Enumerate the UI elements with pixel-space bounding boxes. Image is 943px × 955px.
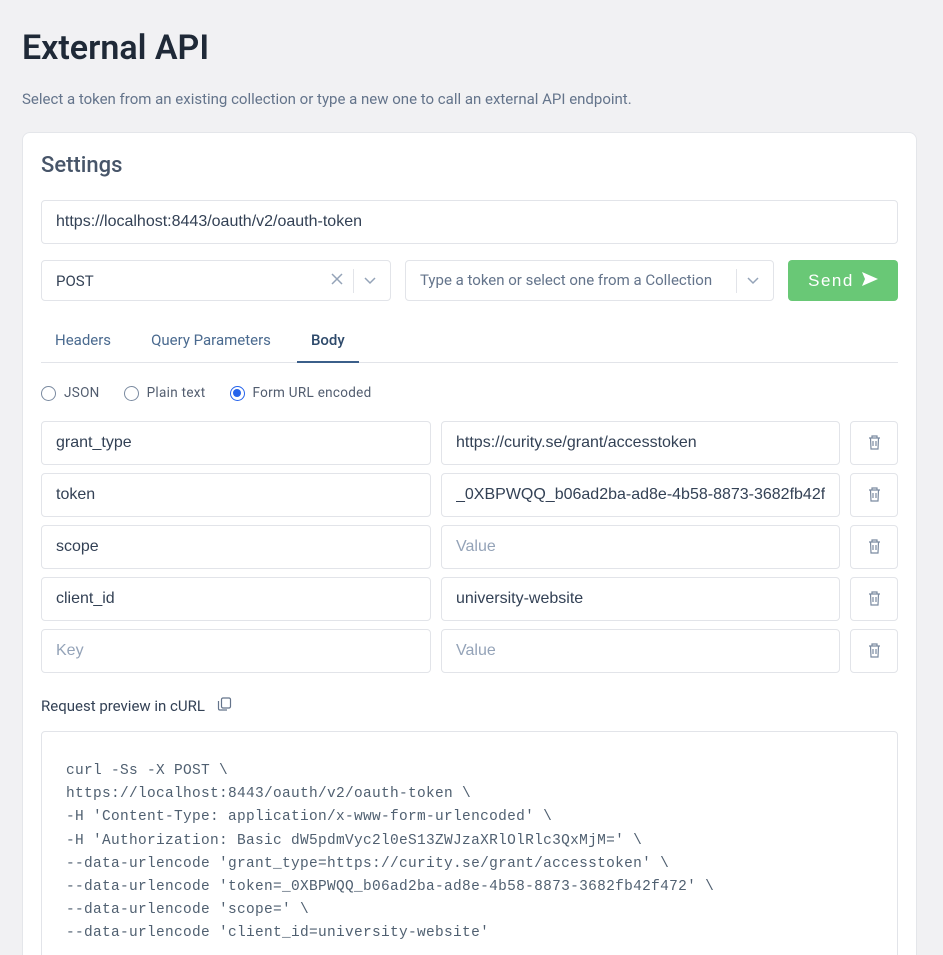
value-input[interactable] [441,577,840,621]
trash-icon [867,538,882,557]
tab-body[interactable]: Body [297,321,359,363]
send-button[interactable]: Send [788,260,898,301]
key-input[interactable] [41,421,431,465]
form-row [41,525,898,569]
trash-icon [867,642,882,661]
form-data-rows [41,421,898,673]
divider [353,269,354,293]
trash-icon [867,486,882,505]
method-dropdown-button[interactable] [356,267,384,294]
copy-button[interactable] [215,695,234,717]
delete-row-button[interactable] [850,525,898,569]
page-title: External API [22,28,917,68]
preview-title: Request preview in cURL [41,697,205,715]
radio-circle-icon [124,386,139,401]
radio-circle-checked-icon [230,386,245,401]
delete-row-button[interactable] [850,421,898,465]
copy-icon [217,697,232,715]
value-input[interactable] [441,525,840,569]
url-input[interactable] [41,200,898,244]
send-icon [862,271,878,291]
clear-method-button[interactable] [323,267,351,294]
body-type-radios: JSON Plain text Form URL encoded [41,385,898,401]
settings-title: Settings [41,153,898,178]
radio-label-form-url-encoded: Form URL encoded [253,385,372,401]
value-input[interactable] [441,473,840,517]
radio-json[interactable]: JSON [41,385,100,401]
delete-row-button[interactable] [850,473,898,517]
token-dropdown-button[interactable] [739,267,767,294]
send-label: Send [808,271,854,291]
tabs: Headers Query Parameters Body [41,321,898,363]
key-input[interactable] [41,525,431,569]
delete-row-button[interactable] [850,629,898,673]
token-select[interactable]: Type a token or select one from a Collec… [405,260,774,301]
radio-form-url-encoded[interactable]: Form URL encoded [230,385,372,401]
chevron-down-icon [364,273,376,288]
method-select[interactable]: POST [41,260,391,301]
form-row [41,577,898,621]
value-input[interactable] [441,421,840,465]
value-input[interactable] [441,629,840,673]
tab-query-parameters[interactable]: Query Parameters [137,321,285,363]
curl-preview[interactable]: curl -Ss -X POST \ https://localhost:844… [41,731,898,955]
divider [736,269,737,293]
trash-icon [867,434,882,453]
chevron-down-icon [747,273,759,288]
radio-plain-text[interactable]: Plain text [124,385,206,401]
tab-headers[interactable]: Headers [41,321,125,363]
key-input[interactable] [41,629,431,673]
settings-card: Settings POST [22,132,917,955]
close-icon [331,273,343,288]
radio-circle-icon [41,386,56,401]
form-row [41,629,898,673]
trash-icon [867,590,882,609]
page-description: Select a token from an existing collecti… [22,90,917,108]
method-value: POST [56,272,323,290]
radio-label-plain-text: Plain text [147,385,206,401]
radio-label-json: JSON [64,385,100,401]
form-row [41,421,898,465]
token-placeholder: Type a token or select one from a Collec… [420,270,734,291]
delete-row-button[interactable] [850,577,898,621]
form-row [41,473,898,517]
key-input[interactable] [41,577,431,621]
key-input[interactable] [41,473,431,517]
